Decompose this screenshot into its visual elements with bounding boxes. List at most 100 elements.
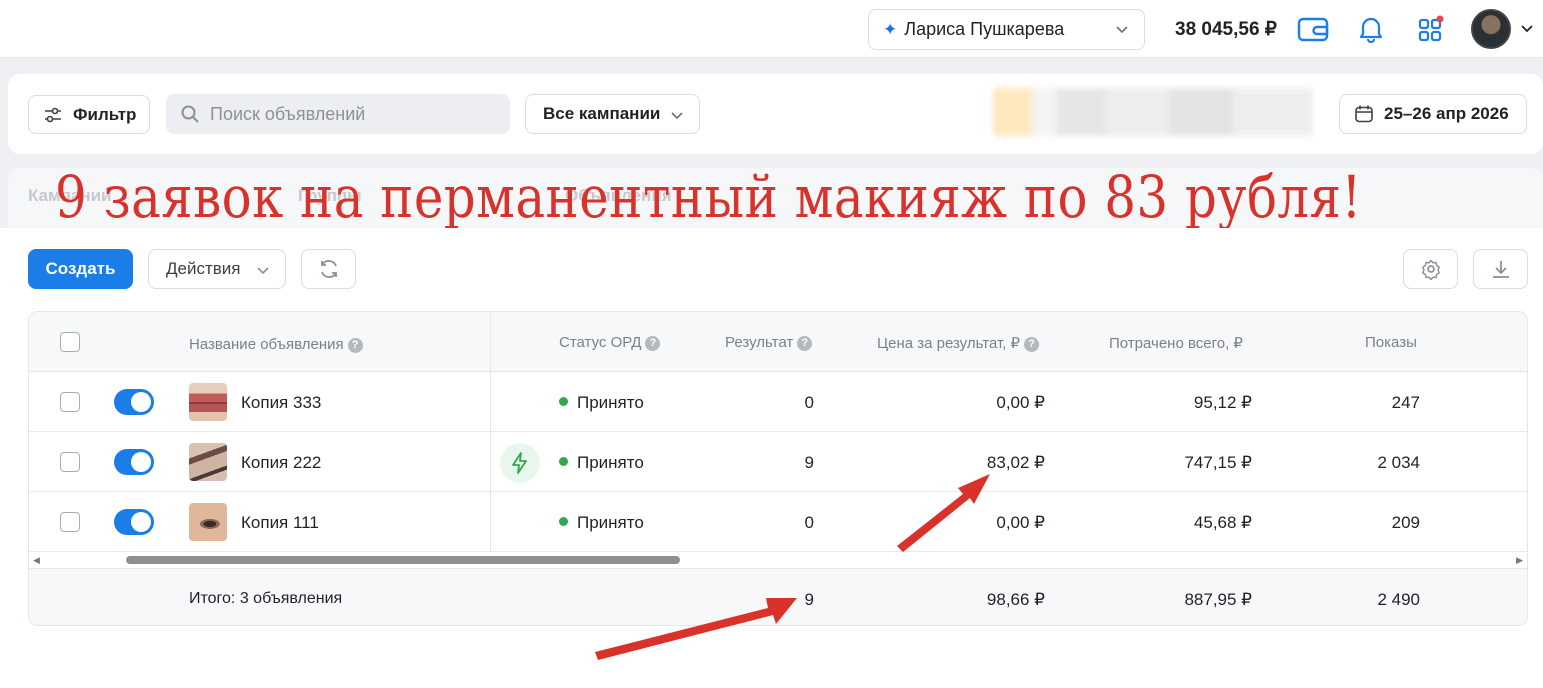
- calendar-icon: [1355, 105, 1373, 123]
- bell-icon[interactable]: [1354, 12, 1388, 46]
- help-icon[interactable]: ?: [347, 338, 363, 353]
- status-label: Принято: [577, 393, 644, 412]
- spent-value: 45,68 ₽: [1193, 513, 1252, 532]
- account-name: Лариса Пушкарева: [904, 19, 1065, 39]
- column-header-result[interactable]: Результат?: [725, 334, 813, 351]
- column-header-spent[interactable]: Потрачено всего, ₽: [1109, 334, 1243, 352]
- total-result-value: 9: [804, 590, 814, 609]
- column-header-label: Результат: [725, 334, 794, 351]
- total-spent-value: 887,95 ₽: [1184, 590, 1252, 609]
- campaigns-label: Все кампании: [543, 104, 661, 123]
- date-range-picker[interactable]: 25–26 апр 2026: [1339, 94, 1527, 134]
- table-totals-row: Итого: 3 объявления 9 98,66 ₽ 887,95 ₽ 2…: [29, 568, 1527, 625]
- sliders-icon: [45, 107, 61, 122]
- date-range: 25–26 апр 2026: [1384, 104, 1509, 123]
- account-balance: 38 045,56 ₽: [1175, 19, 1277, 40]
- table-header: Название объявления? Статус ОРД? Результ…: [29, 312, 1527, 372]
- create-button[interactable]: Создать: [28, 249, 133, 289]
- apps-grid-icon[interactable]: [1414, 12, 1448, 46]
- impressions-value: 209: [1391, 513, 1420, 532]
- filter-button[interactable]: Фильтр: [28, 95, 150, 134]
- filter-label: Фильтр: [73, 104, 137, 124]
- table-row[interactable]: Копия 333 Принято 0 0,00 ₽ 95,12 ₽ 247: [29, 372, 1527, 432]
- ad-name[interactable]: Копия 333: [241, 393, 321, 413]
- column-header-impressions[interactable]: Показы: [1365, 334, 1417, 351]
- table-row[interactable]: Копия 111 Принято 0 0,00 ₽ 45,68 ₽ 209: [29, 492, 1527, 552]
- download-button[interactable]: [1473, 249, 1528, 289]
- search-icon: [181, 105, 199, 123]
- row-checkbox[interactable]: [60, 512, 80, 532]
- sparkle-icon: ✦: [883, 19, 898, 39]
- status-badge: Принято: [559, 513, 644, 533]
- status-dot: [559, 517, 568, 526]
- column-header-status[interactable]: Статус ОРД?: [559, 334, 661, 351]
- ad-name[interactable]: Копия 222: [241, 453, 321, 473]
- search-input[interactable]: [210, 103, 500, 125]
- chevron-down-icon: [1116, 26, 1128, 34]
- row-checkbox[interactable]: [60, 452, 80, 472]
- status-label: Принято: [577, 513, 644, 532]
- impressions-value: 2 034: [1377, 453, 1420, 472]
- boost-icon[interactable]: [500, 443, 540, 483]
- row-checkbox[interactable]: [60, 392, 80, 412]
- wallet-icon[interactable]: [1296, 12, 1330, 46]
- spent-value: 95,12 ₽: [1193, 393, 1252, 412]
- chevron-down-icon[interactable]: [1519, 20, 1535, 36]
- promo-headline: 9 заявок на перманентный макияж по 83 ру…: [55, 163, 1362, 231]
- scrollbar-thumb[interactable]: [126, 556, 680, 564]
- column-header-cost-per-result[interactable]: Цена за результат, ₽?: [877, 334, 1040, 352]
- totals-label: Итого: 3 объявления: [189, 590, 343, 607]
- actions-dropdown[interactable]: Действия: [148, 249, 286, 289]
- table-row[interactable]: Копия 222 Принято 9 83,02 ₽ 747,15 ₽ 2 0…: [29, 432, 1527, 492]
- gear-icon: [1421, 259, 1440, 280]
- status-dot: [559, 397, 568, 406]
- help-icon[interactable]: ?: [645, 336, 661, 351]
- column-header-name[interactable]: Название объявления?: [189, 336, 363, 353]
- status-badge: Принято: [559, 393, 644, 413]
- ad-thumbnail: [189, 383, 227, 421]
- chevron-down-icon: [257, 267, 269, 275]
- column-header-label: Статус ОРД: [559, 334, 642, 351]
- ad-active-toggle[interactable]: [114, 509, 154, 535]
- sticky-column-divider: [490, 312, 491, 552]
- select-all-checkbox[interactable]: [60, 332, 80, 352]
- help-icon[interactable]: ?: [1024, 337, 1040, 352]
- top-bar: ✦ Лариса Пушкарева 38 045,56 ₽: [0, 0, 1543, 58]
- total-impressions-value: 2 490: [1377, 590, 1420, 609]
- ad-active-toggle[interactable]: [114, 449, 154, 475]
- result-value: 9: [804, 453, 814, 472]
- horizontal-scrollbar[interactable]: ◀ ▶: [29, 552, 1527, 568]
- help-icon[interactable]: ?: [797, 336, 813, 351]
- scroll-left-icon[interactable]: ◀: [33, 555, 40, 566]
- total-cost-per-result-value: 98,66 ₽: [986, 590, 1045, 609]
- refresh-icon: [320, 260, 337, 278]
- ad-name[interactable]: Копия 111: [241, 513, 319, 533]
- chevron-down-icon: [671, 112, 683, 120]
- result-value: 0: [804, 393, 814, 412]
- ad-active-toggle[interactable]: [114, 389, 154, 415]
- table-settings-button[interactable]: [1403, 249, 1458, 289]
- result-value: 0: [804, 513, 814, 532]
- scroll-right-icon[interactable]: ▶: [1516, 555, 1523, 566]
- column-header-label: Название объявления: [189, 336, 344, 353]
- cost-per-result-value: 83,02 ₽: [986, 453, 1045, 472]
- ads-table: Название объявления? Статус ОРД? Результ…: [28, 311, 1528, 626]
- cost-per-result-value: 0,00 ₽: [996, 393, 1045, 412]
- status-label: Принято: [577, 453, 644, 472]
- search-box[interactable]: [166, 94, 510, 134]
- campaigns-dropdown[interactable]: Все кампании: [525, 94, 700, 134]
- column-header-label: Показы: [1365, 334, 1417, 351]
- status-dot: [559, 457, 568, 466]
- cost-per-result-value: 0,00 ₽: [996, 513, 1045, 532]
- spent-value: 747,15 ₽: [1184, 453, 1252, 472]
- column-header-label: Цена за результат, ₽: [877, 335, 1021, 352]
- ad-thumbnail: [189, 443, 227, 481]
- status-badge: Принято: [559, 453, 644, 473]
- refresh-button[interactable]: [301, 249, 356, 289]
- impressions-value: 247: [1391, 393, 1420, 412]
- actions-label: Действия: [166, 259, 241, 278]
- column-header-label: Потрачено всего, ₽: [1109, 335, 1243, 352]
- account-selector[interactable]: ✦ Лариса Пушкарева: [868, 9, 1145, 50]
- avatar[interactable]: [1471, 9, 1511, 49]
- ad-thumbnail: [189, 503, 227, 541]
